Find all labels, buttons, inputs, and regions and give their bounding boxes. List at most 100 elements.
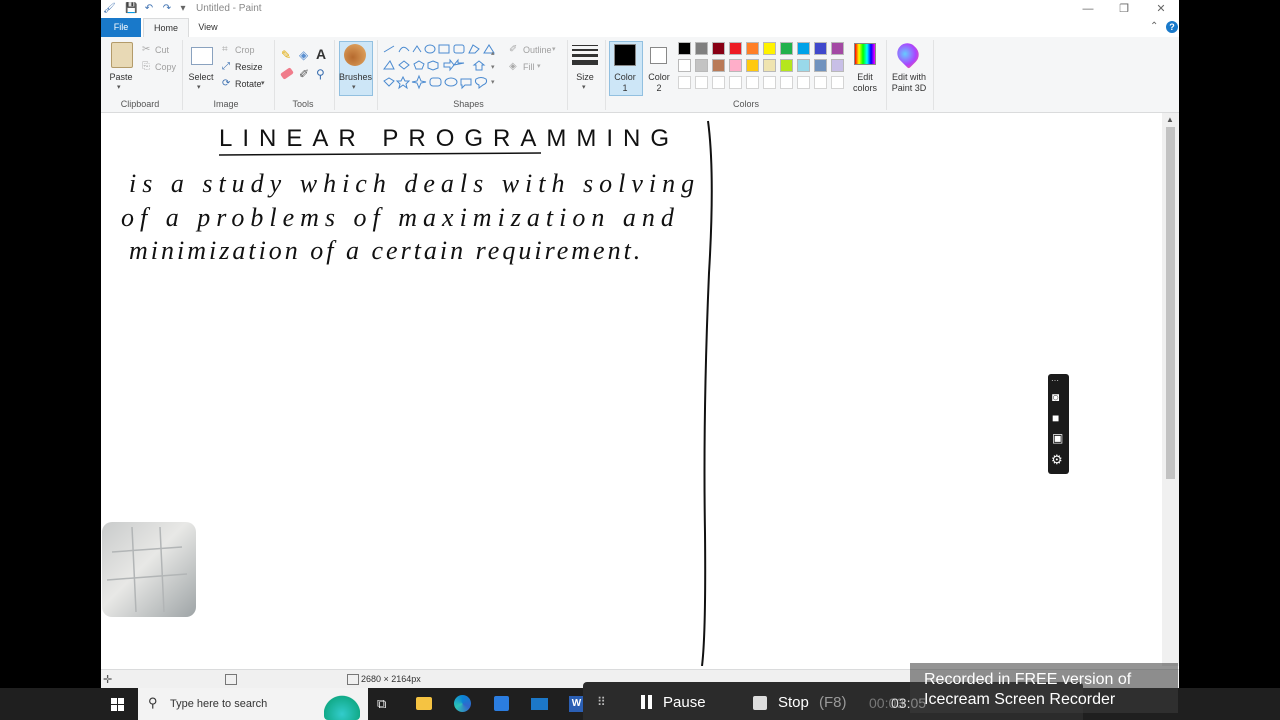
- color-swatch[interactable]: [814, 42, 827, 55]
- brushes-dropdown-icon[interactable]: ▾: [352, 83, 356, 91]
- minimize-button[interactable]: —: [1073, 2, 1103, 16]
- color-swatch[interactable]: [695, 59, 708, 72]
- edit-colors-button[interactable]: Edit colors: [847, 72, 883, 94]
- color-swatch[interactable]: [695, 42, 708, 55]
- color-swatch[interactable]: [763, 42, 776, 55]
- color-swatch[interactable]: [780, 59, 793, 72]
- scroll-thumb[interactable]: [1166, 127, 1175, 479]
- paint3d-icon[interactable]: [893, 39, 923, 69]
- size-dropdown-icon[interactable]: ▾: [582, 83, 586, 91]
- select-dropdown-icon[interactable]: ▾: [197, 83, 201, 91]
- start-windows-icon[interactable]: [111, 698, 124, 711]
- stop-icon: [753, 696, 767, 710]
- custom-color-slot[interactable]: [814, 76, 827, 89]
- color2-label[interactable]: Color 2: [643, 72, 675, 94]
- edit-colors-icon[interactable]: [854, 43, 876, 65]
- fill-dropdown-icon[interactable]: ▾: [537, 62, 541, 70]
- drag-handle-icon[interactable]: ⠿: [597, 695, 606, 709]
- camera-icon[interactable]: ◙: [1052, 390, 1059, 404]
- color-swatch[interactable]: [678, 42, 691, 55]
- word-icon[interactable]: W: [569, 696, 584, 712]
- custom-color-slot[interactable]: [695, 76, 708, 89]
- video-icon[interactable]: ■: [1052, 411, 1059, 425]
- edge-icon[interactable]: [454, 695, 471, 712]
- redo-icon[interactable]: ↷: [161, 3, 173, 15]
- cut-button[interactable]: Cut: [155, 45, 169, 55]
- color-swatch[interactable]: [797, 59, 810, 72]
- close-button[interactable]: ✕: [1146, 2, 1176, 16]
- crop-button[interactable]: Crop: [235, 45, 255, 55]
- pencil-icon[interactable]: ✎: [281, 48, 291, 62]
- more-options-icon[interactable]: ⋯: [1051, 376, 1059, 385]
- color-swatch[interactable]: [712, 42, 725, 55]
- size-icon[interactable]: [572, 45, 598, 65]
- paste-dropdown-icon[interactable]: ▾: [117, 83, 121, 91]
- paint3d-label-1: Edit with: [891, 72, 926, 82]
- color-swatch[interactable]: [814, 59, 827, 72]
- brushes-label: Brushes: [339, 72, 373, 82]
- collapse-ribbon-icon[interactable]: ⌃: [1150, 21, 1158, 32]
- canvas-line-1: is a study which deals with solving: [129, 169, 700, 198]
- paste-icon[interactable]: [111, 42, 133, 68]
- paint3d-button[interactable]: Edit with Paint 3D: [887, 72, 931, 94]
- tab-view[interactable]: View: [193, 18, 223, 37]
- color2-swatch[interactable]: [650, 47, 667, 64]
- custom-color-slot[interactable]: [678, 76, 691, 89]
- paste-button[interactable]: Paste: [106, 72, 136, 83]
- quick-access-dropdown-icon[interactable]: ▾: [177, 3, 189, 15]
- resize-button[interactable]: Resize: [235, 62, 263, 72]
- color-swatch[interactable]: [797, 42, 810, 55]
- size-button[interactable]: Size: [569, 72, 601, 83]
- outline-dropdown-icon[interactable]: ▾: [552, 45, 556, 53]
- fill-button[interactable]: Fill: [523, 62, 535, 72]
- color-picker-icon[interactable]: ✐: [299, 67, 309, 81]
- color-swatch[interactable]: [831, 42, 844, 55]
- color-swatch[interactable]: [729, 59, 742, 72]
- maximize-button[interactable]: ❐: [1109, 2, 1139, 16]
- color-swatch[interactable]: [831, 59, 844, 72]
- undo-icon[interactable]: ↶: [143, 3, 155, 15]
- rotate-button[interactable]: Rotate: [235, 79, 262, 89]
- custom-color-slot[interactable]: [729, 76, 742, 89]
- color-swatch[interactable]: [729, 42, 742, 55]
- shapes-gallery[interactable]: ▴ ▾ ▾: [381, 43, 498, 91]
- custom-color-slot[interactable]: [712, 76, 725, 89]
- pause-button[interactable]: Pause: [663, 694, 706, 711]
- custom-color-slot[interactable]: [746, 76, 759, 89]
- help-button[interactable]: ?: [1166, 21, 1178, 33]
- drawing-canvas[interactable]: LINEAR PROGRAMMING is a study which deal…: [101, 113, 1162, 666]
- store-icon[interactable]: [494, 696, 509, 711]
- mail-icon[interactable]: [531, 698, 548, 710]
- text-tool-icon[interactable]: A: [316, 46, 326, 62]
- select-button[interactable]: Select: [186, 72, 216, 83]
- custom-color-slot[interactable]: [780, 76, 793, 89]
- select-icon[interactable]: [191, 47, 213, 65]
- file-explorer-icon[interactable]: [416, 697, 432, 710]
- color-swatch[interactable]: [780, 42, 793, 55]
- outline-button[interactable]: Outline: [523, 45, 552, 55]
- task-view-icon[interactable]: ⧉: [377, 696, 386, 712]
- settings-gear-icon[interactable]: ⚙: [1051, 452, 1063, 468]
- copy-button[interactable]: Copy: [155, 62, 176, 72]
- color-swatch[interactable]: [763, 59, 776, 72]
- color-swatch[interactable]: [746, 42, 759, 55]
- vertical-scrollbar[interactable]: ▲: [1162, 113, 1179, 666]
- eraser-icon[interactable]: [280, 67, 294, 80]
- rotate-dropdown-icon[interactable]: ▾: [261, 79, 265, 87]
- color-swatch[interactable]: [746, 59, 759, 72]
- magnifier-icon[interactable]: ⚲: [316, 67, 325, 81]
- color-swatch[interactable]: [712, 59, 725, 72]
- custom-color-slot[interactable]: [831, 76, 844, 89]
- tab-home[interactable]: Home: [143, 18, 189, 38]
- save-icon[interactable]: 💾: [125, 3, 137, 15]
- tab-file[interactable]: File: [101, 18, 141, 37]
- color-swatch[interactable]: [678, 59, 691, 72]
- fill-bucket-icon[interactable]: ◈: [299, 48, 308, 62]
- stop-button[interactable]: Stop: [778, 694, 809, 711]
- custom-color-slot[interactable]: [797, 76, 810, 89]
- taskbar-search-box[interactable]: ⚲ Type here to search: [138, 688, 368, 720]
- window-capture-icon[interactable]: ▣: [1052, 431, 1063, 445]
- custom-color-slot[interactable]: [763, 76, 776, 89]
- scroll-up-icon[interactable]: ▲: [1166, 115, 1174, 124]
- title-bar: 🖌 💾 ↶ ↷ ▾ Untitled - Paint — ❐ ✕: [101, 0, 1179, 18]
